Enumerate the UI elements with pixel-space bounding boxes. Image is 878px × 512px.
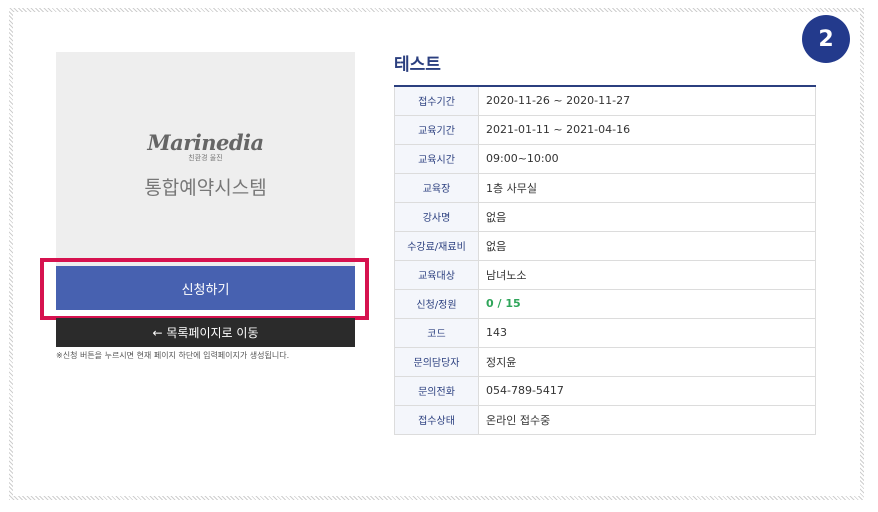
table-row: 접수기간 2020-11-26 ~ 2020-11-27 — [394, 85, 816, 116]
row-label: 수강료/재료비 — [394, 230, 479, 261]
back-to-list-button[interactable]: ← 목록페이지로 이동 — [56, 318, 355, 347]
row-label: 접수상태 — [394, 404, 479, 435]
table-row: 교육장 1층 사무실 — [394, 172, 816, 203]
logo-subtext: 친환경 울진 — [188, 154, 223, 162]
marinedia-logo: Marinedia 친환경 울진 — [147, 130, 264, 163]
table-row: 교육기간 2021-01-11 ~ 2021-04-16 — [394, 114, 816, 145]
table-row: 접수상태 온라인 접수중 — [394, 404, 816, 435]
row-label: 코드 — [394, 317, 479, 348]
row-label: 교육시간 — [394, 143, 479, 174]
row-value: 09:00~10:00 — [478, 143, 816, 174]
row-label: 신청/정원 — [394, 288, 479, 319]
table-row: 교육시간 09:00~10:00 — [394, 143, 816, 174]
course-poster: Marinedia 친환경 울진 통합예약시스템 — [56, 52, 355, 266]
row-label: 교육기간 — [394, 114, 479, 145]
apply-button[interactable]: 신청하기 — [56, 266, 355, 310]
table-row: 교육대상 남녀노소 — [394, 259, 816, 290]
table-row: 문의담당자 정지윤 — [394, 346, 816, 377]
row-label: 접수기간 — [394, 85, 479, 116]
course-info-table: 접수기간 2020-11-26 ~ 2020-11-27 교육기간 2021-0… — [394, 85, 816, 435]
course-title: 테스트 — [394, 55, 441, 75]
table-row: 코드 143 — [394, 317, 816, 348]
table-row: 문의전화 054-789-5417 — [394, 375, 816, 406]
step-badge: 2 — [802, 15, 850, 63]
row-value: 정지윤 — [478, 346, 816, 377]
row-value: 143 — [478, 317, 816, 348]
row-value: 없음 — [478, 201, 816, 232]
logo-script: Marinedia — [147, 130, 264, 155]
poster-title: 통합예약시스템 — [144, 177, 267, 199]
row-label: 강사명 — [394, 201, 479, 232]
quota-value: 0 / 15 — [478, 288, 816, 319]
table-row: 신청/정원 0 / 15 — [394, 288, 816, 319]
row-value: 남녀노소 — [478, 259, 816, 290]
apply-note: ※신청 버튼을 누르시면 현재 페이지 하단에 입력페이지가 생성됩니다. — [56, 351, 290, 360]
table-row: 강사명 없음 — [394, 201, 816, 232]
row-label: 교육장 — [394, 172, 479, 203]
table-row: 수강료/재료비 없음 — [394, 230, 816, 261]
row-value: 온라인 접수중 — [478, 404, 816, 435]
row-value: 없음 — [478, 230, 816, 261]
row-value: 054-789-5417 — [478, 375, 816, 406]
row-value: 2020-11-26 ~ 2020-11-27 — [478, 85, 816, 116]
row-value: 1층 사무실 — [478, 172, 816, 203]
row-value: 2021-01-11 ~ 2021-04-16 — [478, 114, 816, 145]
row-label: 문의전화 — [394, 375, 479, 406]
row-label: 교육대상 — [394, 259, 479, 290]
row-label: 문의담당자 — [394, 346, 479, 377]
